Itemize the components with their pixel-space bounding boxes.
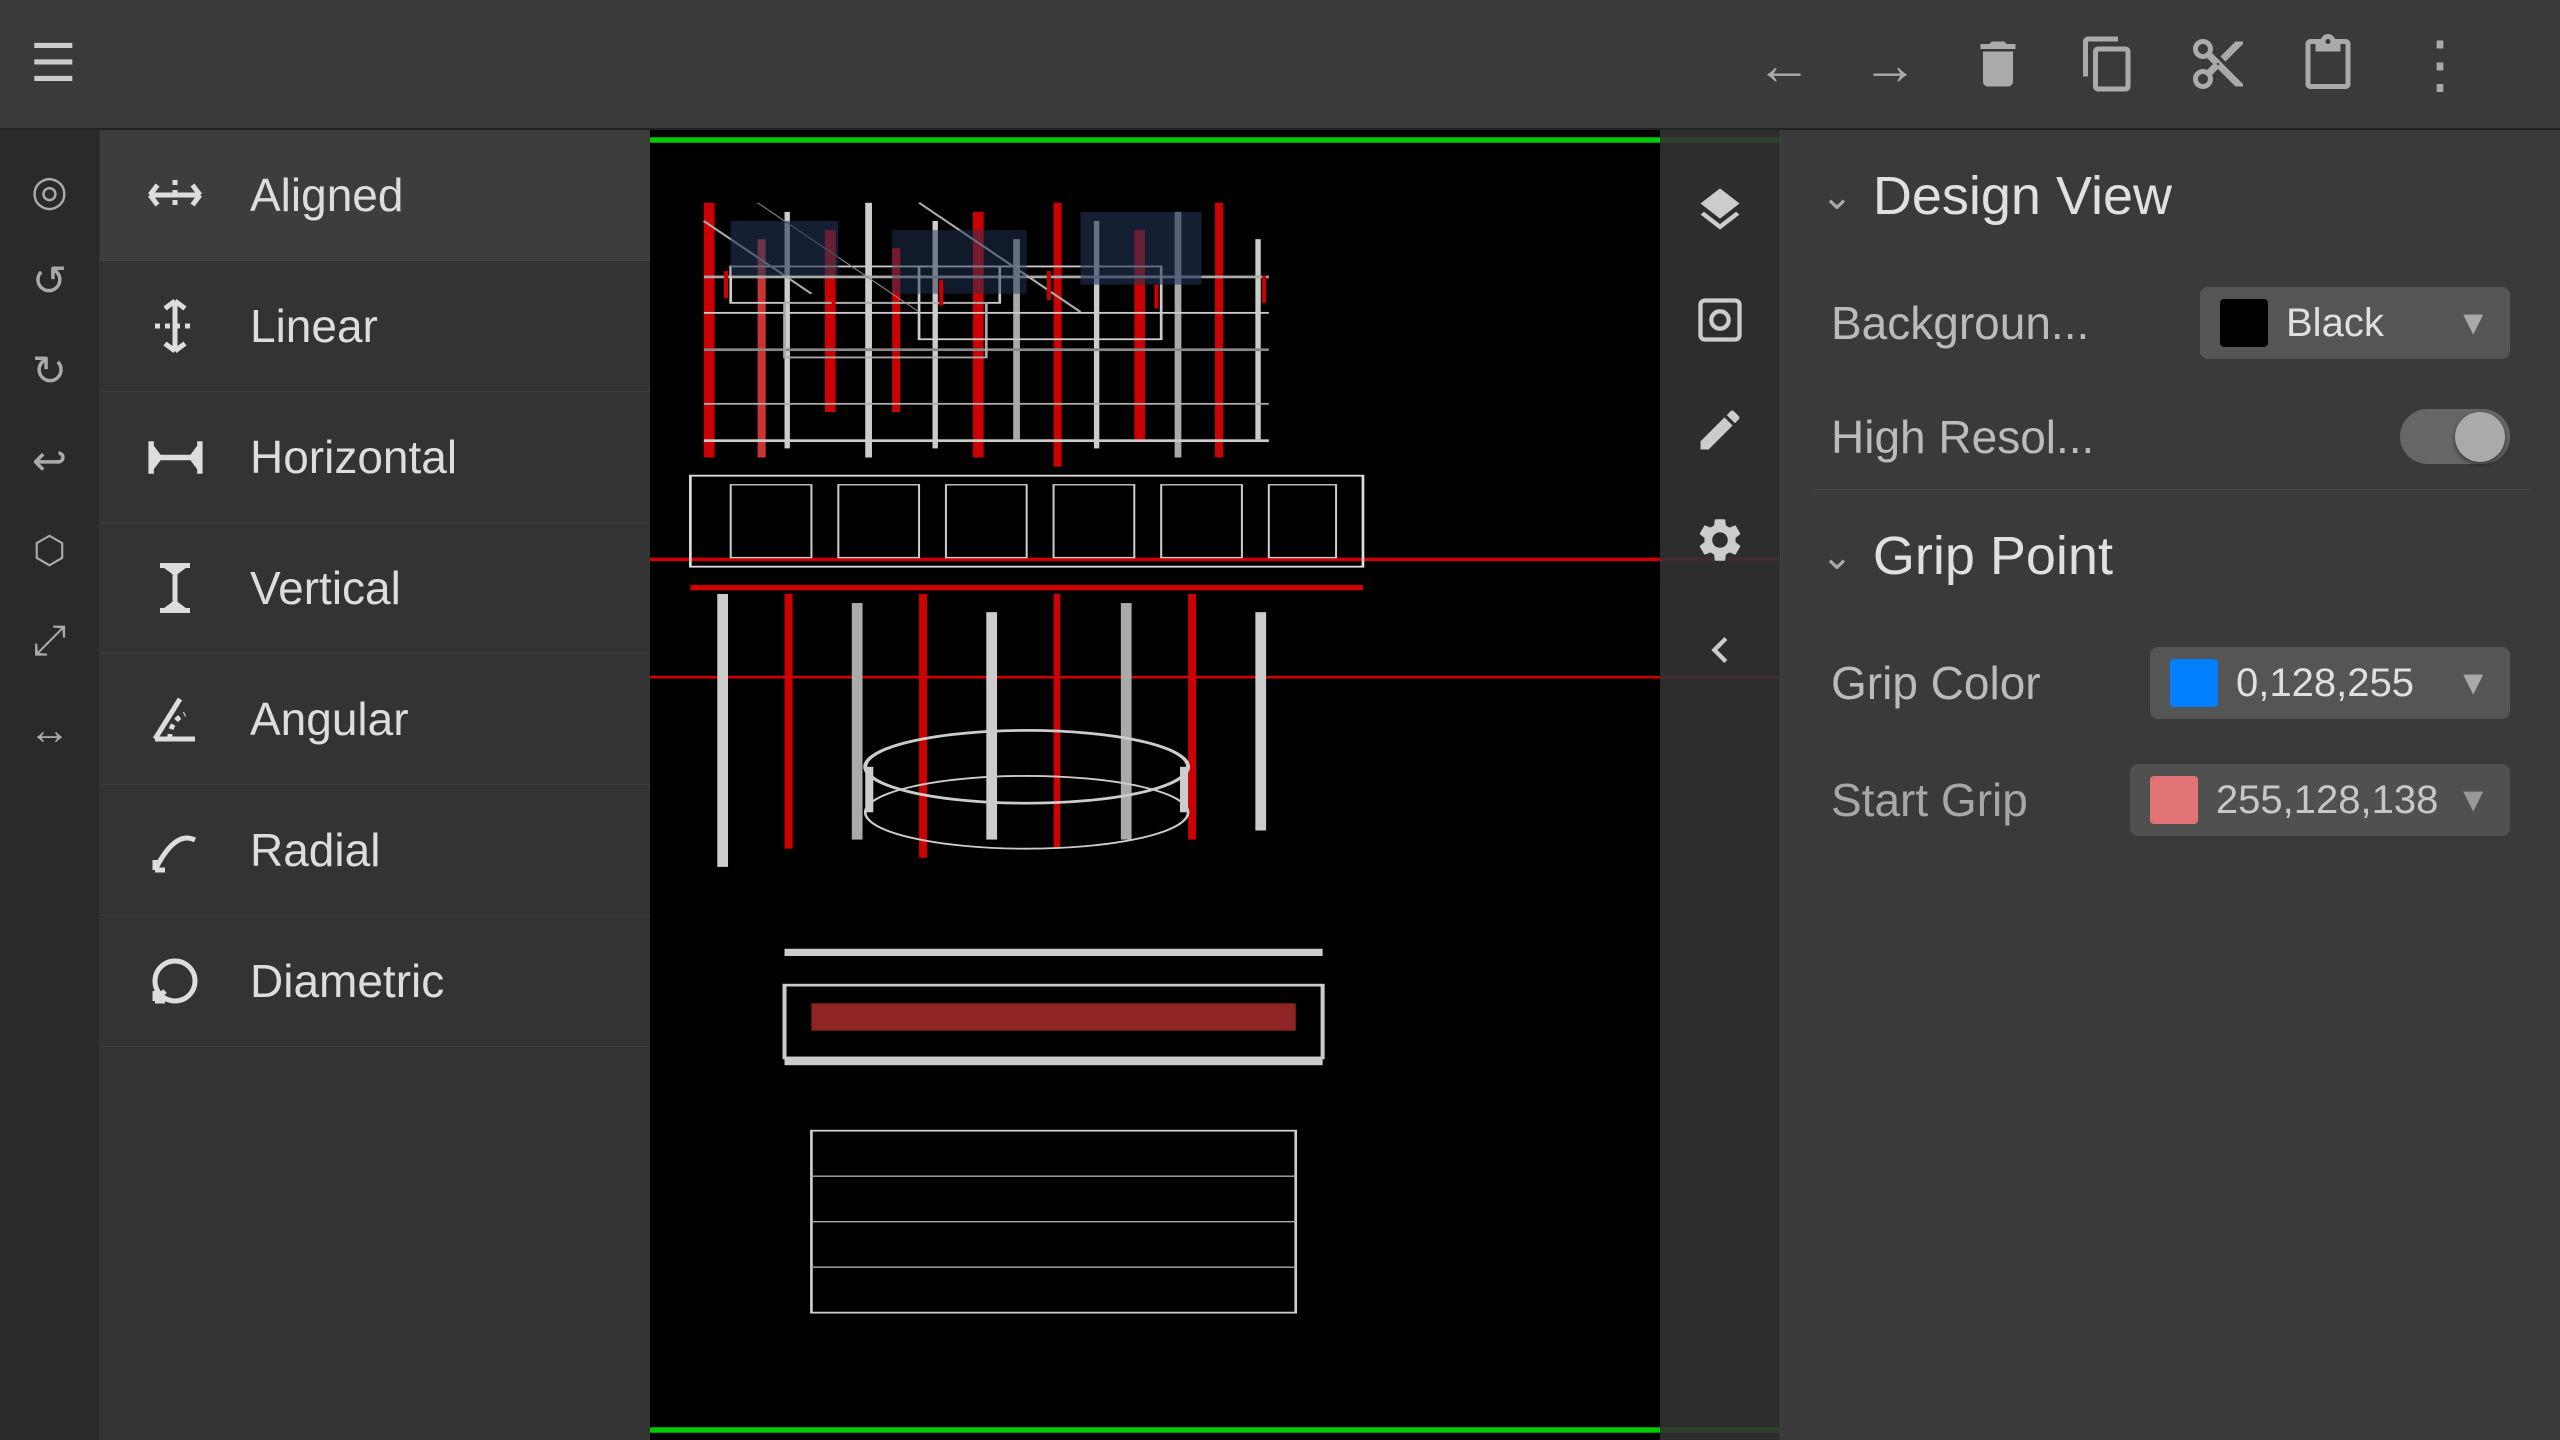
background-color-name: Black [2286, 301, 2438, 346]
grip-color-dropdown[interactable]: 0,128,255 ▼ [2150, 647, 2510, 719]
layers-tool-button[interactable] [1680, 170, 1760, 250]
settings-tool-button[interactable] [1680, 500, 1760, 580]
connect-icon[interactable]: ⤢ [10, 600, 90, 680]
radial-item[interactable]: Radial [100, 785, 650, 916]
top-toolbar: ☰ ← → ⋮ [0, 0, 2560, 130]
hexagon-plus-icon[interactable]: ⬡ [10, 510, 90, 590]
nav-forward-button[interactable]: → [1862, 32, 1918, 97]
undo-icon[interactable]: ↩ [10, 420, 90, 500]
background-color-swatch [2220, 299, 2268, 347]
horizontal-label: Horizontal [250, 430, 457, 484]
scale-icon[interactable]: ↔ [10, 690, 90, 770]
target-icon[interactable]: ◎ [10, 150, 90, 230]
diametric-item[interactable]: Diametric [100, 916, 650, 1047]
aligned-item[interactable]: Aligned [100, 130, 650, 261]
start-grip-dropdown[interactable]: 255,128,138 ▼ [2130, 764, 2510, 836]
cad-canvas[interactable] [650, 130, 1780, 1440]
hamburger-icon[interactable]: ☰ [30, 38, 77, 90]
horizontal-item[interactable]: Horizontal [100, 392, 650, 523]
cad-drawing [650, 130, 1780, 1440]
canvas-right-tools [1660, 130, 1780, 1440]
grip-color-value: 0,128,255 [2236, 661, 2438, 706]
vertical-label: Vertical [250, 561, 401, 615]
high-res-toggle-knob [2455, 412, 2505, 462]
start-grip-value: 255,128,138 [2216, 778, 2438, 823]
design-view-chevron: ⌄ [1821, 174, 1853, 219]
radial-icon [140, 815, 210, 885]
radial-label: Radial [250, 823, 380, 877]
grip-point-chevron: ⌄ [1821, 534, 1853, 579]
start-grip-property-row: Start Grip 255,128,138 ▼ [1781, 744, 2560, 856]
angular-icon [140, 684, 210, 754]
design-view-title: Design View [1873, 165, 2172, 227]
main-area: ◎ ↺ ↻ ↩ ⬡ ⤢ ↔ Aligned [0, 130, 2560, 1440]
more-options-button[interactable]: ⋮ [2408, 27, 2470, 102]
grip-color-label: Grip Color [1831, 656, 2041, 710]
design-view-section-header[interactable]: ⌄ Design View [1781, 130, 2560, 262]
dimension-menu-panel: Aligned Linear [100, 130, 650, 1440]
high-res-label: High Resol... [1831, 410, 2094, 464]
background-label: Backgroun... [1831, 296, 2089, 350]
right-properties-panel: ⌄ Design View Backgroun... Black ▼ High … [1780, 130, 2560, 1440]
copy-button[interactable] [2078, 34, 2138, 94]
toolbar-left: ☰ [30, 38, 850, 90]
grip-color-dropdown-arrow: ▼ [2456, 664, 2490, 703]
angular-label: Angular [250, 692, 409, 746]
angular-item[interactable]: Angular [100, 654, 650, 785]
grip-color-property-row: Grip Color 0,128,255 ▼ [1781, 622, 2560, 744]
background-dropdown-arrow: ▼ [2456, 304, 2490, 343]
grip-point-section-header[interactable]: ⌄ Grip Point [1781, 490, 2560, 622]
diametric-icon [140, 946, 210, 1016]
background-color-dropdown[interactable]: Black ▼ [2200, 287, 2510, 359]
aligned-icon [140, 160, 210, 230]
toolbar-right: ← → ⋮ [890, 27, 2530, 102]
high-res-toggle-track[interactable] [2400, 409, 2510, 464]
paste-button[interactable] [2298, 34, 2358, 94]
high-res-toggle[interactable] [2400, 409, 2510, 464]
aligned-label: Aligned [250, 168, 403, 222]
delete-button[interactable] [1968, 34, 2028, 94]
linear-icon [140, 291, 210, 361]
linear-label: Linear [250, 299, 378, 353]
start-grip-label: Start Grip [1831, 773, 2028, 827]
start-grip-dropdown-arrow: ▼ [2456, 781, 2490, 820]
grip-point-section: ⌄ Grip Point Grip Color 0,128,255 ▼ Star… [1781, 490, 2560, 876]
cut-button[interactable] [2188, 34, 2248, 94]
left-sidebar: ◎ ↺ ↻ ↩ ⬡ ⤢ ↔ [0, 130, 100, 1440]
start-grip-color-swatch [2150, 776, 2198, 824]
vertical-item[interactable]: Vertical [100, 523, 650, 654]
vertical-icon [140, 553, 210, 623]
background-property-row: Backgroun... Black ▼ [1781, 262, 2560, 384]
nav-back-button[interactable]: ← [1756, 32, 1812, 97]
rotate-left-icon[interactable]: ↺ [10, 240, 90, 320]
view-tool-button[interactable] [1680, 280, 1760, 360]
grip-color-swatch [2170, 659, 2218, 707]
edit-tool-button[interactable] [1680, 390, 1760, 470]
diametric-label: Diametric [250, 954, 444, 1008]
collapse-panel-button[interactable] [1680, 610, 1760, 690]
horizontal-icon [140, 422, 210, 492]
grip-point-title: Grip Point [1873, 525, 2113, 587]
linear-item[interactable]: Linear [100, 261, 650, 392]
rotate-plus-icon[interactable]: ↻ [10, 330, 90, 410]
high-res-property-row: High Resol... [1781, 384, 2560, 489]
